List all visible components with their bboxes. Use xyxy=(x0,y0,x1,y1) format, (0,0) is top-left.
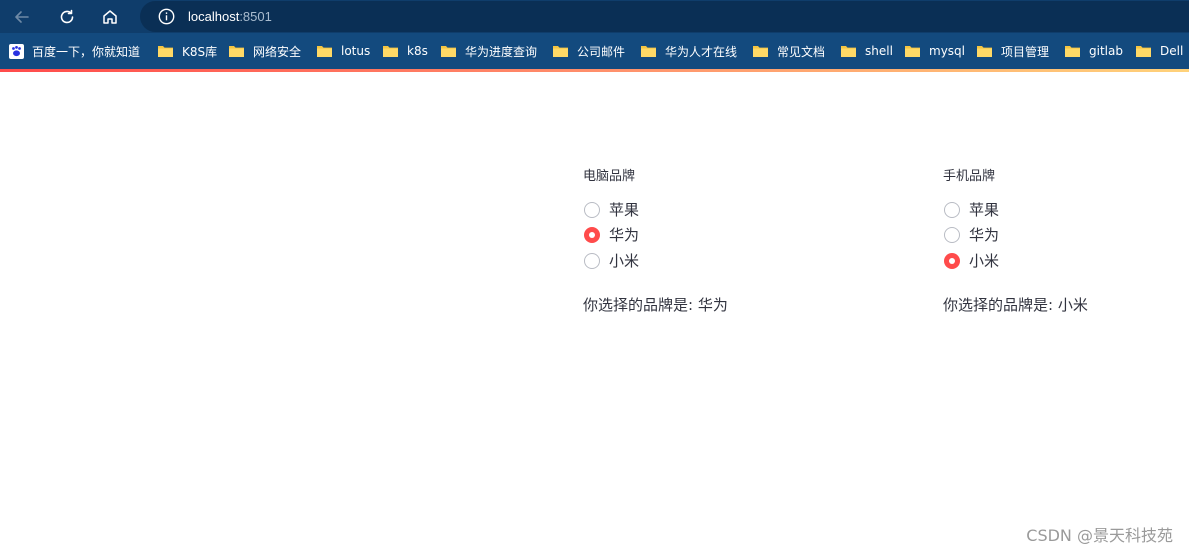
bookmark-label: 华为人才在线 xyxy=(665,44,738,59)
app-header-decoration xyxy=(0,69,1189,72)
baidu-icon xyxy=(9,43,24,59)
bookmark-folder[interactable]: 公司邮件 xyxy=(552,33,625,69)
home-button[interactable] xyxy=(97,4,123,30)
bookmark-folder[interactable]: k8s xyxy=(382,33,428,69)
bookmark-folder[interactable]: K8S库 xyxy=(157,33,217,69)
reload-icon xyxy=(60,9,74,24)
radio-option[interactable]: 华为 xyxy=(943,223,1183,249)
radio-option[interactable]: 小米 xyxy=(943,248,1183,274)
home-icon xyxy=(103,10,117,24)
folder-icon xyxy=(317,46,332,57)
folder-icon xyxy=(753,46,768,57)
folder-icon xyxy=(977,46,992,57)
computer-brand-result: 你选择的品牌是: 华为 xyxy=(583,295,728,314)
url-port: :8501 xyxy=(239,9,272,24)
computer-brand-title: 电脑品牌 xyxy=(583,169,636,184)
bookmark-folder[interactable]: 华为人才在线 xyxy=(640,33,737,69)
bookmark-label: gitlab xyxy=(1089,44,1123,58)
bookmark-folder[interactable]: mysql xyxy=(904,33,965,69)
radio-option[interactable]: 小米 xyxy=(583,248,883,274)
phone-brand-section: 手机品牌 苹果 华为 小米 你选择的品牌是: 小米 xyxy=(943,168,1183,315)
radio-option[interactable]: 苹果 xyxy=(943,197,1183,223)
folder-icon xyxy=(1136,46,1151,57)
bookmark-folder[interactable]: 常见文档 xyxy=(752,33,825,69)
bookmark-folder[interactable]: 网络安全 xyxy=(228,33,301,69)
bookmark-label: Dell xyxy=(1160,44,1184,58)
bookmark-folder[interactable]: gitlab xyxy=(1064,33,1123,69)
radio-option[interactable]: 苹果 xyxy=(583,197,883,223)
folder-icon xyxy=(1065,46,1080,57)
bookmark-label: 公司邮件 xyxy=(577,44,626,59)
bookmark-folder[interactable]: shell xyxy=(840,33,893,69)
bookmark-label: 网络安全 xyxy=(253,44,302,59)
bookmark-label: 常见文档 xyxy=(777,44,826,59)
folder-icon xyxy=(553,46,568,57)
phone-brand-title: 手机品牌 xyxy=(943,169,996,184)
bookmark-label: 百度一下，你就知道 xyxy=(32,44,141,59)
address-bar[interactable]: localhost:8501 xyxy=(140,1,1189,32)
bookmark-label: shell xyxy=(865,44,893,58)
radio-button-selected[interactable] xyxy=(944,252,960,269)
back-arrow-icon xyxy=(15,11,29,23)
url-host: localhost xyxy=(188,9,240,24)
radio-label: 苹果 xyxy=(969,200,1000,219)
bookmark-folder[interactable]: Dell xyxy=(1135,33,1183,69)
radio-button[interactable] xyxy=(944,227,960,244)
computer-brand-radio-group: 苹果 华为 小米 xyxy=(583,197,883,274)
bookmark-label: 项目管理 xyxy=(1001,44,1050,59)
radio-label: 小米 xyxy=(969,251,1000,270)
bookmark-label: k8s xyxy=(407,44,428,58)
bookmark-label: K8S库 xyxy=(182,44,218,59)
bookmark-baidu[interactable]: 百度一下，你就知道 xyxy=(9,33,140,69)
folder-icon xyxy=(841,46,856,57)
info-icon[interactable] xyxy=(158,8,175,25)
phone-brand-radio-group: 苹果 华为 小米 xyxy=(943,197,1183,274)
browser-toolbar: localhost:8501 xyxy=(0,0,1189,33)
folder-icon xyxy=(229,46,244,57)
radio-label: 华为 xyxy=(969,226,1000,245)
radio-button[interactable] xyxy=(584,201,600,218)
folder-icon xyxy=(905,46,920,57)
bookmark-label: lotus xyxy=(341,44,371,58)
folder-icon xyxy=(383,46,398,57)
radio-label: 小米 xyxy=(609,251,640,270)
bookmark-folder[interactable]: 华为进度查询 xyxy=(440,33,537,69)
bookmark-folder[interactable]: lotus xyxy=(316,33,370,69)
radio-label: 华为 xyxy=(609,226,640,245)
radio-option[interactable]: 华为 xyxy=(583,223,883,249)
folder-icon xyxy=(158,46,173,57)
bookmark-label: 华为进度查询 xyxy=(465,44,538,59)
folder-icon xyxy=(441,46,456,57)
folder-icon xyxy=(641,46,656,57)
bookmark-label: mysql xyxy=(929,44,965,58)
radio-button-selected[interactable] xyxy=(584,227,600,244)
radio-button[interactable] xyxy=(584,252,600,269)
watermark: CSDN @景天科技苑 xyxy=(1026,526,1173,545)
phone-brand-result: 你选择的品牌是: 小米 xyxy=(943,295,1088,314)
back-button[interactable] xyxy=(9,4,35,30)
radio-button[interactable] xyxy=(944,201,960,218)
reload-button[interactable] xyxy=(54,4,80,30)
bookmarks-bar: 百度一下，你就知道 K8S库 网络安全 lotus k8s 华为进度查询 公司邮… xyxy=(0,33,1189,69)
bookmark-folder[interactable]: 项目管理 xyxy=(976,33,1049,69)
url-text[interactable]: localhost:8501 xyxy=(188,8,272,25)
radio-label: 苹果 xyxy=(609,200,640,219)
computer-brand-section: 电脑品牌 苹果 华为 小米 你选择的品牌是: 华为 xyxy=(583,168,883,315)
